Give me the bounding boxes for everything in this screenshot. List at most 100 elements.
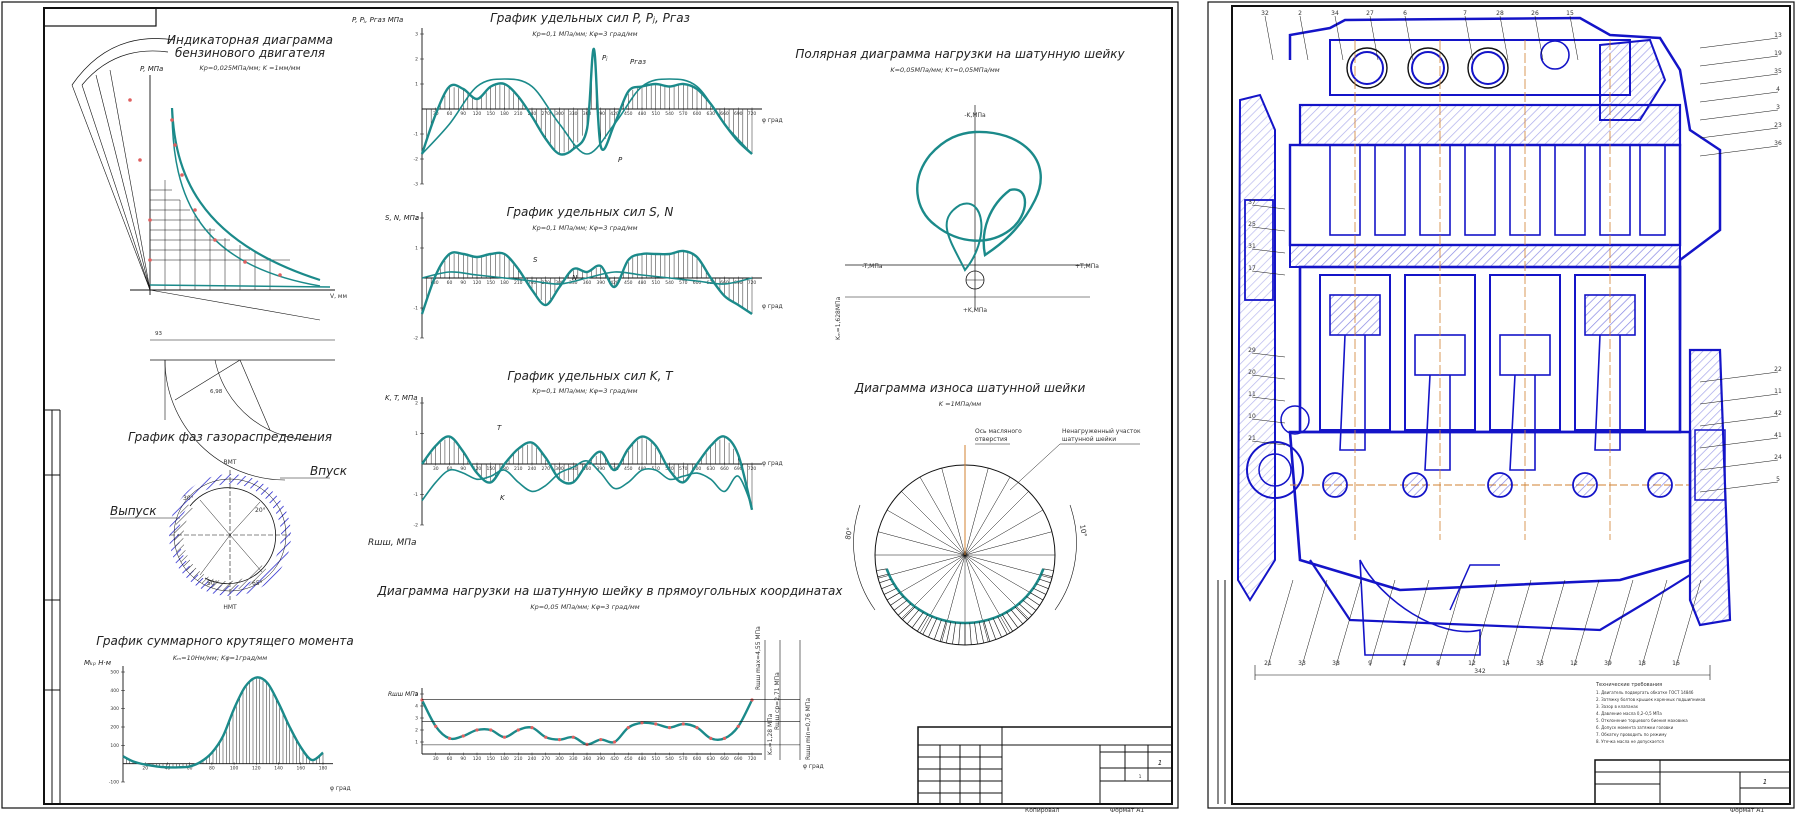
forces-sn-label-s: S xyxy=(533,256,538,264)
x-tick-label: 90 xyxy=(460,466,466,472)
angle-arc-left xyxy=(853,504,876,611)
left-margin-stamp xyxy=(44,409,61,804)
x-tick-label: 420 xyxy=(610,756,619,762)
polar-diagram: Полярная диаграмма нагрузки на шатунную … xyxy=(795,47,1125,340)
callout-number: 25 xyxy=(1248,221,1256,228)
wear-hatch xyxy=(945,621,952,644)
x-tick-label: 450 xyxy=(624,111,633,117)
forces-kt-scale: Kp=0,1 МПа/мм; Kφ=3 град/мм xyxy=(532,387,637,395)
y-tick-label: 1 xyxy=(415,246,418,252)
wear-hatch xyxy=(988,619,997,640)
indicator-diagram: Индикаторная диаграмма бензинового двига… xyxy=(71,33,347,481)
callout-leader xyxy=(1299,15,1309,61)
x-tick-label: 390 xyxy=(596,280,605,286)
data-point xyxy=(420,698,424,702)
callout-number: 24 xyxy=(1774,454,1782,461)
wear-oil-label-1: Ось масляного xyxy=(975,428,1022,435)
wear-diagram: Диаграмма износа шатунной шейки K =1МПа/… xyxy=(844,381,1141,646)
x-tick-label: 60 xyxy=(447,280,453,286)
y-tick-label: 200 xyxy=(110,725,119,731)
wear-ray xyxy=(964,554,1052,579)
data-point xyxy=(544,735,548,739)
series-line-Rшш xyxy=(420,699,754,746)
callout-number: 11 xyxy=(1774,388,1782,395)
y-tick-label: 2 xyxy=(415,57,418,63)
callout-leader xyxy=(1699,109,1779,121)
wear-hatch xyxy=(1041,573,1053,578)
svg-text:93: 93 xyxy=(155,331,162,337)
torque-xlabel: φ град xyxy=(330,785,351,792)
tech-note-8: 8. Утечка масла не допускается xyxy=(1596,739,1664,744)
right-sheet-number: 1 xyxy=(1763,778,1767,786)
tech-note-1: 1. Двигатель подвергать обкатке ГОСТ 148… xyxy=(1596,690,1694,695)
left-sheet-number: 1 xyxy=(1158,759,1162,767)
callout-leader xyxy=(1699,73,1779,85)
x-tick-label: 180 xyxy=(500,280,509,286)
wear-ray xyxy=(964,509,1044,556)
data-point xyxy=(489,728,493,732)
load-rect-xlabel: φ град xyxy=(803,763,824,770)
forces-kt-title: График удельных сил K, T xyxy=(507,369,674,383)
callout-number: 42 xyxy=(1774,410,1782,417)
tech-note-4: 4. Давление масла 0,2–0,5 МПа xyxy=(1596,711,1662,716)
wear-hatch xyxy=(886,592,901,601)
x-tick-label: 450 xyxy=(624,466,633,472)
load-rect-kdelta: Kₘ=1,28 МПа xyxy=(767,713,774,755)
callout-number: 6 xyxy=(1403,10,1407,17)
callout-number: 20 xyxy=(1248,369,1256,376)
callout-number: 3 xyxy=(1776,104,1780,111)
wear-angle-right: 10° xyxy=(1078,524,1088,538)
x-tick-label: 30 xyxy=(433,466,439,472)
wear-hatch xyxy=(890,596,904,606)
x-tick-label: 120 xyxy=(252,766,261,772)
gas-dist-angle-c: 20° xyxy=(255,507,266,514)
x-tick-label: 140 xyxy=(274,766,283,772)
x-tick-label: 240 xyxy=(528,466,537,472)
engine-section-drawing xyxy=(1236,16,1732,656)
y-tick-label: -2 xyxy=(414,157,419,163)
x-tick-label: 90 xyxy=(460,756,466,762)
indicator-title-2: бензинового двигателя xyxy=(175,46,325,60)
wear-hatch xyxy=(974,622,978,645)
callout-leader xyxy=(1699,55,1779,67)
callout-number: 12 xyxy=(1468,660,1476,667)
wear-hatch xyxy=(1010,609,1024,625)
callout-number: 21 xyxy=(1248,435,1256,442)
wear-ray xyxy=(964,468,989,556)
x-tick-label: 180 xyxy=(319,766,328,772)
left-copied-label: Копировал xyxy=(1025,807,1059,814)
callout-number: 27 xyxy=(1366,10,1374,17)
forces-kt-xlabel: φ град xyxy=(762,460,783,467)
data-point xyxy=(695,726,699,730)
x-tick-label: 240 xyxy=(528,756,537,762)
right-sheet: 1 Формат А1 Технические требования 1. Дв… xyxy=(1207,1,1795,814)
x-tick-label: 180 xyxy=(500,111,509,117)
x-tick-label: 570 xyxy=(679,280,688,286)
wear-unloaded-2: шатунной шейки xyxy=(1062,436,1116,443)
forces-p-chart: График удельных сил P, Pⱼ, Pгаз Kp=0,1 М… xyxy=(352,11,783,188)
tech-note-2: 2. Затяжку болтов крышек коренных подшип… xyxy=(1596,697,1706,702)
x-tick-label: 30 xyxy=(433,756,439,762)
wear-hatch xyxy=(1006,611,1019,628)
callout-number: 10 xyxy=(1248,413,1256,420)
polar-left-label: -T,МПа xyxy=(862,263,883,270)
callout-number: 9 xyxy=(1368,660,1372,667)
polar-scale: K=0,05МПа/мм; Kт=0,05МПа/мм xyxy=(890,66,999,74)
data-point xyxy=(557,738,562,742)
load-rect-min: Rшш min=0,76 МПа xyxy=(805,698,812,760)
callout-number: 18 xyxy=(1638,660,1646,667)
load-rect-scale: Kp=0,05 МПа/мм; Kφ=3 град/мм xyxy=(530,603,639,611)
polar-right-label: +T,МПа xyxy=(1075,263,1099,270)
data-point xyxy=(434,724,438,729)
forces-p-xlabel: φ град xyxy=(762,117,783,124)
data-point xyxy=(447,736,452,741)
forces-kt-ylabel: K, T, МПа xyxy=(385,394,418,402)
callout-leader xyxy=(1301,579,1328,667)
x-tick-label: 210 xyxy=(514,756,523,762)
y-tick-label: -100 xyxy=(109,780,119,786)
data-point xyxy=(599,738,603,742)
callout-leader xyxy=(1335,579,1362,667)
x-tick-label: 180 xyxy=(500,756,509,762)
wear-hatch xyxy=(877,573,889,578)
callout-number: 39 xyxy=(1604,660,1612,667)
